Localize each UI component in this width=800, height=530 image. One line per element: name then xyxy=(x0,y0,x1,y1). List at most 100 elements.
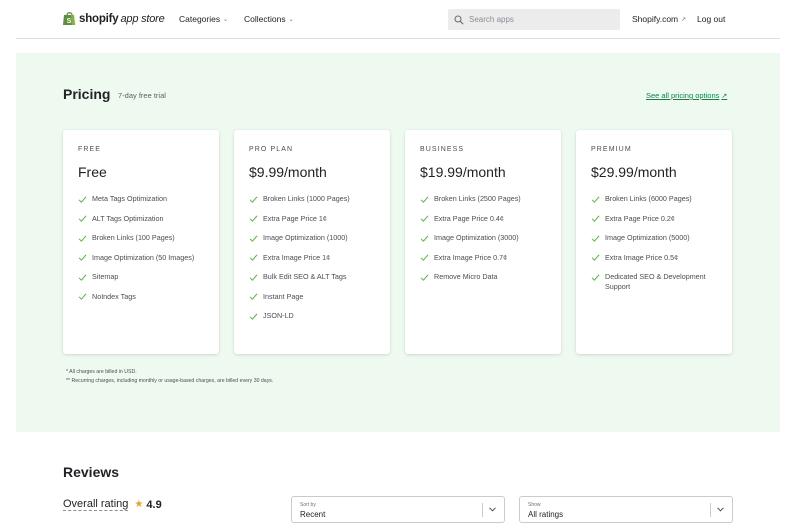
external-link-icon: ↗ xyxy=(721,92,728,100)
plan-name: PREMIUM xyxy=(591,146,632,153)
checkmark-icon xyxy=(78,293,87,300)
checkmark-icon xyxy=(78,195,87,203)
checkmark-icon xyxy=(591,234,600,242)
feature-item: Dedicated SEO & Development Support xyxy=(591,272,717,292)
nav-collections[interactable]: Collections ⌄ xyxy=(244,14,294,24)
checkmark-icon xyxy=(591,195,600,203)
feature-text: Extra Page Price 1¢ xyxy=(263,213,327,223)
checkmark-icon xyxy=(591,273,600,281)
feature-text: Broken Links (100 Pages) xyxy=(92,233,175,242)
pricing-card-pro-plan: PRO PLAN $9.99/month Broken Links (1000 Pa… xyxy=(234,130,390,354)
feature-item: Remove Micro Data xyxy=(420,272,546,282)
plan-price: Free xyxy=(78,164,107,180)
checkmark-icon xyxy=(591,215,600,222)
nav-categories-label: Categories xyxy=(179,14,221,24)
nav-collections-label: Collections xyxy=(244,14,286,24)
feature-item: Image Optimization (50 Images) xyxy=(78,253,204,263)
feature-item: Extra Page Price 0.2¢ xyxy=(591,214,717,224)
see-all-pricing-options-link[interactable]: See all pricing options ↗ xyxy=(646,91,727,100)
select-divider xyxy=(710,503,711,517)
feature-item: Image Optimization (1000) xyxy=(249,233,375,243)
nav-categories[interactable]: Categories ⌄ xyxy=(179,14,228,24)
checkmark-icon xyxy=(591,254,600,261)
pricing-card-premium: PREMIUM $29.99/month Broken Links (6000 Pa… xyxy=(576,130,732,354)
see-all-pricing-label: See all pricing options xyxy=(646,91,720,100)
checkmark-icon xyxy=(249,234,258,242)
logo-brand-text: shopify xyxy=(79,12,119,25)
feature-text: JSON-LD xyxy=(263,311,294,320)
pricing-card-business: BUSINESS $19.99/month Broken Links (2500 P… xyxy=(405,130,561,354)
feature-text: ALT Tags Optimization xyxy=(92,213,164,223)
checkmark-icon xyxy=(420,195,429,203)
plan-price: $9.99/month xyxy=(249,164,327,180)
chevron-down-icon: ⌄ xyxy=(288,16,294,23)
feature-text: Image Optimization (5000) xyxy=(605,233,690,242)
feature-item: Meta Tags Optimization xyxy=(78,194,204,204)
feature-text: Extra Page Price 0.2¢ xyxy=(605,213,675,223)
checkmark-icon xyxy=(78,234,87,242)
header-divider xyxy=(16,38,780,39)
feature-item: Broken Links (6000 Pages) xyxy=(591,194,717,204)
feature-item: Extra Image Price 1¢ xyxy=(249,253,375,263)
feature-text: Broken Links (6000 Pages) xyxy=(605,194,692,203)
checkmark-icon xyxy=(249,195,258,203)
search-input[interactable] xyxy=(469,15,609,24)
shopify-com-label: Shopify.com xyxy=(632,14,679,24)
feature-item: Image Optimization (3000) xyxy=(420,233,546,243)
show-ratings-select[interactable]: Show All ratings xyxy=(519,496,733,523)
checkmark-icon xyxy=(78,273,87,281)
plan-name: PRO PLAN xyxy=(249,146,294,153)
star-icon: ★ xyxy=(134,499,144,510)
feature-item: NoIndex Tags xyxy=(78,292,204,302)
feature-list: Broken Links (6000 Pages) Extra Page Pric… xyxy=(591,194,717,292)
shopify-app-store-logo[interactable]: S shopify app store xyxy=(63,11,165,26)
checkmark-icon xyxy=(249,254,258,261)
checkmark-icon xyxy=(249,215,258,222)
shopify-com-link[interactable]: Shopify.com ↗ xyxy=(632,14,686,24)
plan-price: $29.99/month xyxy=(591,164,677,180)
feature-item: Instant Page xyxy=(249,292,375,302)
feature-item: Broken Links (2500 Pages) xyxy=(420,194,546,204)
feature-text: Instant Page xyxy=(263,291,304,301)
feature-list: Broken Links (2500 Pages) Extra Page Pric… xyxy=(420,194,546,282)
feature-text: Dedicated SEO & Development Support xyxy=(605,272,706,291)
logo-sub-text: app store xyxy=(120,12,165,25)
feature-text: Meta Tags Optimization xyxy=(92,194,167,203)
footnote-usd: * All charges are billed in USD. xyxy=(66,369,137,375)
checkmark-icon xyxy=(78,215,87,222)
shopping-bag-icon: S xyxy=(63,12,75,25)
search-icon xyxy=(454,14,464,25)
overall-rating-value: 4.9 xyxy=(146,498,162,511)
checkmark-icon xyxy=(249,273,258,281)
feature-list: Broken Links (1000 Pages) Extra Page Pric… xyxy=(249,194,375,321)
logout-link[interactable]: Log out xyxy=(697,14,725,24)
feature-item: Bulk Edit SEO & ALT Tags xyxy=(249,272,375,282)
feature-item: Extra Image Price 0.7¢ xyxy=(420,253,546,263)
select-divider xyxy=(482,503,483,517)
feature-text: Extra Image Price 1¢ xyxy=(263,252,331,262)
feature-list: Meta Tags Optimization ALT Tags Optimizat… xyxy=(78,194,204,302)
plan-price: $19.99/month xyxy=(420,164,506,180)
search-box[interactable] xyxy=(448,9,620,30)
external-link-icon: ↗ xyxy=(681,16,687,23)
sort-by-select[interactable]: Sort by Recent xyxy=(291,496,505,523)
feature-text: Extra Image Price 0.5¢ xyxy=(605,252,679,262)
show-caption: Show xyxy=(528,502,541,508)
plan-name: FREE xyxy=(78,146,102,153)
checkmark-icon xyxy=(420,273,429,281)
feature-text: Extra Image Price 0.7¢ xyxy=(434,252,508,262)
feature-text: Sitemap xyxy=(92,272,119,281)
show-value: All ratings xyxy=(528,510,564,519)
feature-text: Extra Page Price 0.4¢ xyxy=(434,213,504,223)
feature-item: Extra Page Price 1¢ xyxy=(249,214,375,224)
overall-rating-label[interactable]: Overall rating xyxy=(63,498,129,511)
sort-by-value: Recent xyxy=(300,510,326,519)
feature-item: Broken Links (1000 Pages) xyxy=(249,194,375,204)
feature-text: Image Optimization (1000) xyxy=(263,233,348,242)
pricing-card-free: FREE Free Meta Tags Optimization ALT Tags O… xyxy=(63,130,219,354)
feature-item: Image Optimization (5000) xyxy=(591,233,717,243)
top-navigation-bar: S shopify app store Categories ⌄ Collect… xyxy=(0,0,800,38)
feature-item: JSON-LD xyxy=(249,311,375,321)
checkmark-icon xyxy=(420,234,429,242)
svg-text:S: S xyxy=(67,18,72,25)
